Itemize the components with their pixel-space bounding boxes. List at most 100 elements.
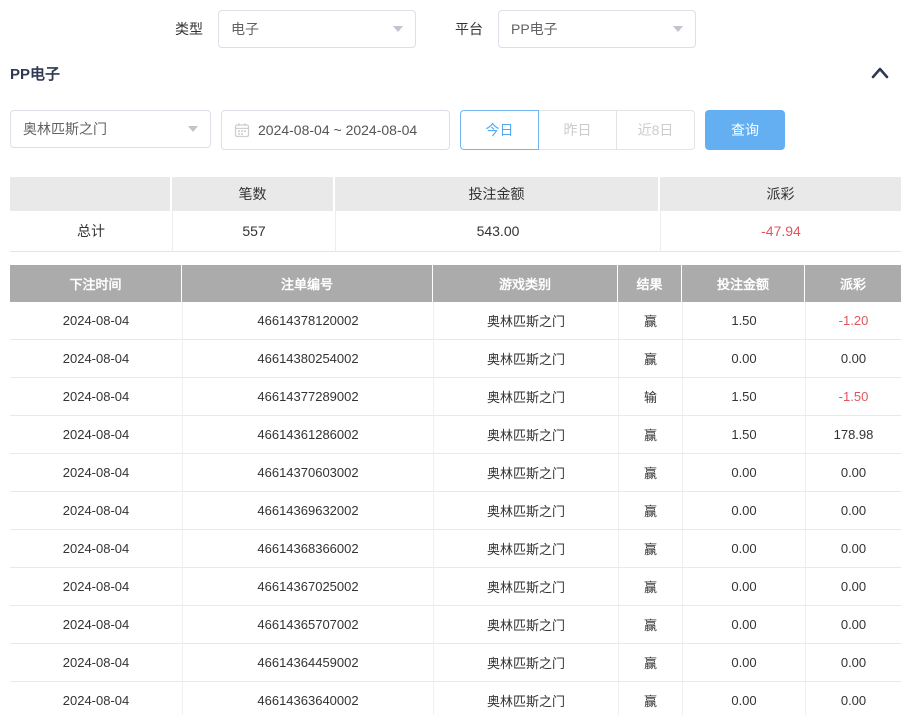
chevron-up-icon (869, 65, 891, 81)
cell-result: 赢 (618, 454, 682, 492)
cell-result: 赢 (618, 682, 682, 715)
cell-payout: 178.98 (805, 416, 901, 454)
cell-bet-time: 2024-08-04 (10, 340, 182, 378)
cell-game-category: 奥林匹斯之门 (433, 644, 618, 682)
cell-payout: 0.00 (805, 340, 901, 378)
last-8-days-button[interactable]: 近8日 (616, 110, 695, 150)
header-payout: 派彩 (805, 265, 901, 302)
cell-payout: 0.00 (805, 682, 901, 715)
table-row: 2024-08-04 46614368366002 奥林匹斯之门 赢 0.00 … (10, 530, 901, 568)
header-bet-amount: 投注金额 (682, 265, 805, 302)
summary-payout-value: -47.94 (660, 211, 901, 252)
cell-order-number: 46614369632002 (182, 492, 433, 530)
cell-payout: 0.00 (805, 454, 901, 492)
cell-bet-time: 2024-08-04 (10, 416, 182, 454)
cell-bet-amount: 0.00 (682, 606, 805, 644)
summary-header-bet-amount: 投注金额 (335, 177, 660, 211)
cell-bet-time: 2024-08-04 (10, 530, 182, 568)
header-game-category: 游戏类别 (433, 265, 618, 302)
cell-game-category: 奥林匹斯之门 (433, 378, 618, 416)
section-title: PP电子 (10, 63, 60, 84)
cell-game-category: 奥林匹斯之门 (433, 606, 618, 644)
section-controls: 奥林匹斯之门 2024-08-04 ~ 2024-08-04 今日 昨日 近8日… (10, 110, 901, 150)
date-range-value: 2024-08-04 ~ 2024-08-04 (258, 122, 417, 138)
cell-result: 赢 (618, 416, 682, 454)
cell-result: 赢 (618, 302, 682, 340)
summary-header-blank (10, 177, 172, 211)
table-row: 2024-08-04 46614370603002 奥林匹斯之门 赢 0.00 … (10, 454, 901, 492)
cell-game-category: 奥林匹斯之门 (433, 454, 618, 492)
section-header: PP电子 (10, 63, 901, 83)
cell-bet-amount: 1.50 (682, 378, 805, 416)
table-row: 2024-08-04 46614363640002 奥林匹斯之门 赢 0.00 … (10, 682, 901, 715)
cell-payout: 0.00 (805, 644, 901, 682)
cell-game-category: 奥林匹斯之门 (433, 302, 618, 340)
cell-bet-time: 2024-08-04 (10, 492, 182, 530)
cell-order-number: 46614380254002 (182, 340, 433, 378)
table-row: 2024-08-04 46614378120002 奥林匹斯之门 赢 1.50 … (10, 302, 901, 340)
cell-result: 赢 (618, 644, 682, 682)
records-body: 2024-08-04 46614378120002 奥林匹斯之门 赢 1.50 … (10, 302, 901, 715)
summary-bet-amount-value: 543.00 (335, 211, 660, 252)
cell-game-category: 奥林匹斯之门 (433, 492, 618, 530)
cell-bet-time: 2024-08-04 (10, 644, 182, 682)
header-bet-time: 下注时间 (10, 265, 182, 302)
game-select-value: 奥林匹斯之门 (23, 119, 107, 139)
cell-bet-time: 2024-08-04 (10, 606, 182, 644)
game-select[interactable]: 奥林匹斯之门 (10, 110, 211, 148)
cell-bet-amount: 1.50 (682, 416, 805, 454)
cell-bet-amount: 0.00 (682, 682, 805, 715)
cell-result: 输 (618, 378, 682, 416)
chevron-down-icon (188, 126, 198, 132)
summary-header-row: 笔数 投注金额 派彩 (10, 177, 901, 211)
today-button[interactable]: 今日 (460, 110, 539, 150)
cell-order-number: 46614365707002 (182, 606, 433, 644)
cell-game-category: 奥林匹斯之门 (433, 340, 618, 378)
cell-order-number: 46614363640002 (182, 682, 433, 715)
table-row: 2024-08-04 46614369632002 奥林匹斯之门 赢 0.00 … (10, 492, 901, 530)
cell-payout: 0.00 (805, 492, 901, 530)
page: 类型 电子 平台 PP电子 PP电子 奥林匹斯之门 (0, 9, 911, 715)
cell-bet-amount: 0.00 (682, 492, 805, 530)
table-row: 2024-08-04 46614367025002 奥林匹斯之门 赢 0.00 … (10, 568, 901, 606)
type-select[interactable]: 电子 (218, 10, 416, 48)
summary-header-count: 笔数 (172, 177, 335, 211)
header-order-number: 注单编号 (182, 265, 433, 302)
date-range-input[interactable]: 2024-08-04 ~ 2024-08-04 (221, 110, 450, 150)
cell-bet-time: 2024-08-04 (10, 682, 182, 715)
cell-payout: -1.20 (805, 302, 901, 340)
type-filter-label: 类型 (175, 19, 203, 39)
cell-game-category: 奥林匹斯之门 (433, 568, 618, 606)
collapse-button[interactable] (869, 65, 891, 81)
table-row: 2024-08-04 46614380254002 奥林匹斯之门 赢 0.00 … (10, 340, 901, 378)
platform-select-value: PP电子 (511, 19, 558, 39)
cell-result: 赢 (618, 530, 682, 568)
cell-bet-amount: 1.50 (682, 302, 805, 340)
cell-payout: 0.00 (805, 606, 901, 644)
query-button[interactable]: 查询 (705, 110, 785, 150)
summary-total-label: 总计 (10, 211, 172, 252)
cell-bet-amount: 0.00 (682, 340, 805, 378)
summary-total-row: 总计 557 543.00 -47.94 (10, 211, 901, 252)
table-row: 2024-08-04 46614365707002 奥林匹斯之门 赢 0.00 … (10, 606, 901, 644)
cell-bet-amount: 0.00 (682, 644, 805, 682)
platform-select[interactable]: PP电子 (498, 10, 696, 48)
chevron-down-icon (393, 26, 403, 32)
cell-bet-time: 2024-08-04 (10, 302, 182, 340)
cell-game-category: 奥林匹斯之门 (433, 682, 618, 715)
chevron-down-icon (673, 26, 683, 32)
cell-order-number: 46614367025002 (182, 568, 433, 606)
cell-game-category: 奥林匹斯之门 (433, 530, 618, 568)
yesterday-button[interactable]: 昨日 (538, 110, 617, 150)
type-select-value: 电子 (231, 19, 259, 39)
summary-count-value: 557 (172, 211, 335, 252)
cell-order-number: 46614368366002 (182, 530, 433, 568)
cell-result: 赢 (618, 340, 682, 378)
cell-payout: 0.00 (805, 568, 901, 606)
date-preset-button-group: 今日 昨日 近8日 (460, 110, 695, 150)
cell-order-number: 46614377289002 (182, 378, 433, 416)
records-header-row: 下注时间 注单编号 游戏类别 结果 投注金额 派彩 (10, 265, 901, 302)
cell-payout: -1.50 (805, 378, 901, 416)
platform-filter-label: 平台 (455, 19, 483, 39)
records-table: 下注时间 注单编号 游戏类别 结果 投注金额 派彩 2024-08-04 466… (10, 265, 901, 715)
